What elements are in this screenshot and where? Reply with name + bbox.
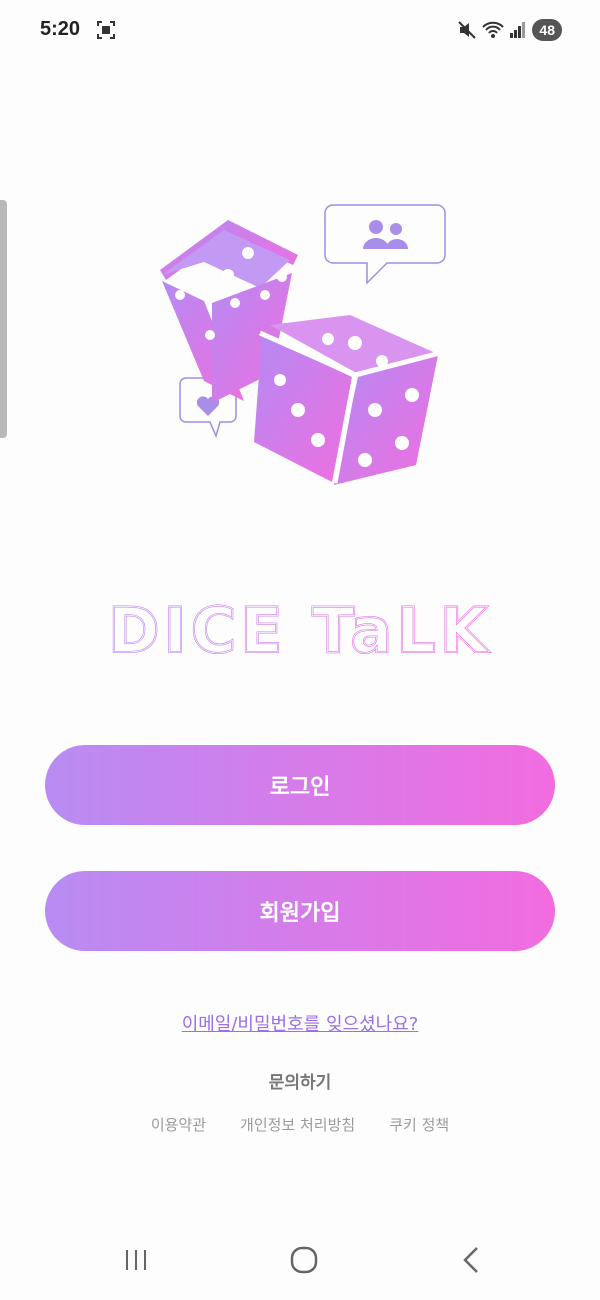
system-nav-bar bbox=[0, 1220, 600, 1300]
footer-links: 이용약관 개인정보 처리방침 쿠키 정책 bbox=[0, 1114, 600, 1135]
battery-badge: 48 bbox=[532, 19, 562, 41]
home-icon[interactable] bbox=[280, 1240, 328, 1280]
status-bar: 5:20 48 bbox=[0, 0, 600, 60]
wifi-icon bbox=[482, 21, 505, 38]
people-bubble-icon bbox=[324, 204, 446, 285]
terms-link[interactable]: 이용약관 bbox=[151, 1114, 206, 1135]
status-icons: 48 bbox=[458, 16, 562, 44]
login-button[interactable]: 로그인 bbox=[45, 745, 555, 825]
status-time: 5:20 bbox=[40, 18, 81, 40]
edge-panel-handle[interactable] bbox=[0, 200, 7, 438]
dice-illustration bbox=[160, 204, 446, 485]
back-icon[interactable] bbox=[448, 1240, 496, 1280]
front-die bbox=[254, 315, 441, 485]
app-logo: DICE TaLK DICE TaLK bbox=[107, 593, 492, 662]
recents-icon[interactable] bbox=[112, 1240, 160, 1280]
forgot-password-link[interactable]: 이메일/비밀번호를 잊으셨나요? bbox=[0, 1010, 600, 1036]
app-name-inline: DICE TaLK bbox=[108, 594, 492, 662]
privacy-policy-link[interactable]: 개인정보 처리방침 bbox=[240, 1114, 355, 1135]
contact-link[interactable]: 문의하기 bbox=[0, 1068, 600, 1093]
signup-button[interactable]: 회원가입 bbox=[45, 871, 555, 951]
signal-icon bbox=[510, 22, 526, 38]
signup-button-label: 회원가입 bbox=[259, 901, 341, 926]
mute-icon bbox=[458, 21, 477, 39]
screenshot-icon bbox=[97, 21, 115, 39]
cookie-policy-link[interactable]: 쿠키 정책 bbox=[389, 1114, 449, 1135]
login-button-label: 로그인 bbox=[269, 775, 331, 800]
